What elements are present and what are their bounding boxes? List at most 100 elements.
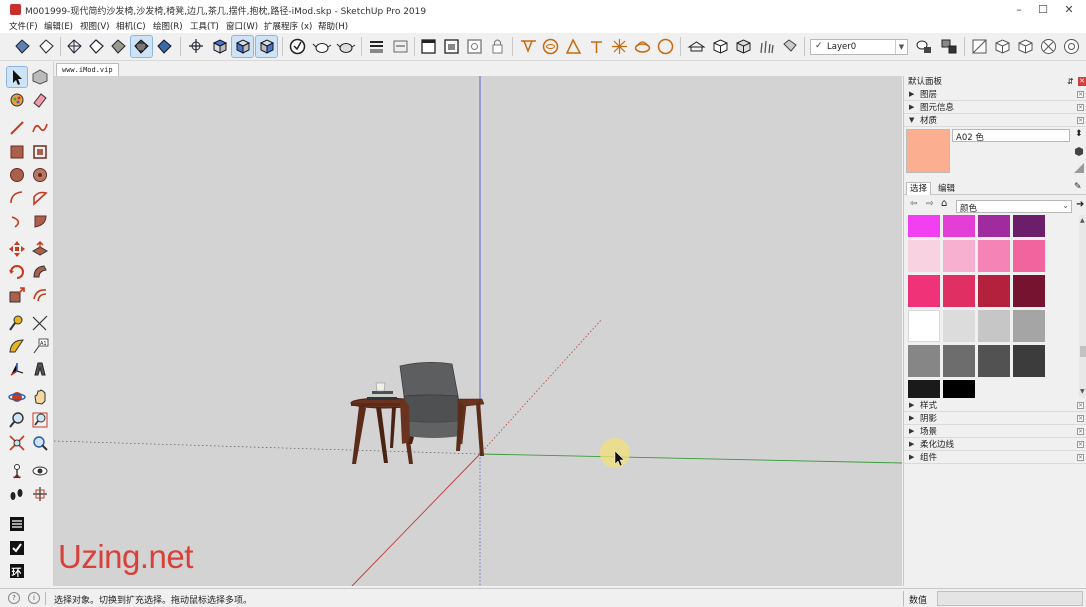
material-swatch[interactable] [978, 310, 1010, 342]
back-edges-icon[interactable] [36, 36, 57, 57]
view-top-icon[interactable] [969, 36, 990, 57]
polygon-tool-icon[interactable] [30, 165, 50, 185]
eraser-icon[interactable] [30, 90, 50, 110]
tab-select[interactable]: 选择 [906, 182, 932, 195]
material-swatch[interactable] [1013, 275, 1045, 307]
text-tool-icon[interactable]: A1 [30, 336, 50, 356]
monochrome-icon[interactable] [154, 36, 175, 57]
walk-tool-icon[interactable] [7, 484, 27, 504]
lock-icon[interactable] [487, 36, 508, 57]
material-swatch[interactable] [978, 275, 1010, 307]
share-component-icon[interactable] [733, 36, 754, 57]
hidden-line-icon[interactable] [86, 36, 107, 57]
orbit-tool-icon[interactable] [7, 387, 27, 407]
material-name-field[interactable]: A02 色 [952, 129, 1070, 143]
extension-warehouse-icon[interactable] [756, 36, 777, 57]
right-view-icon[interactable] [255, 35, 278, 58]
material-swatch[interactable] [943, 215, 975, 237]
menu-file[interactable]: 文件(F) [9, 20, 38, 32]
follow-me-icon[interactable] [30, 262, 50, 282]
three-point-arc-icon[interactable] [7, 211, 27, 231]
material-swatch[interactable] [978, 240, 1010, 272]
material-swatch[interactable] [908, 380, 940, 398]
shaded-icon[interactable] [108, 36, 129, 57]
material-swatch[interactable] [943, 380, 975, 398]
material-swatch[interactable] [978, 345, 1010, 377]
pan-tool-icon[interactable] [30, 387, 50, 407]
zoom-extents-icon[interactable] [7, 433, 27, 453]
layer-manager-icon[interactable] [914, 36, 935, 57]
push-pull-icon[interactable] [30, 239, 50, 259]
back-arrow-icon[interactable]: ⇦ [910, 199, 918, 209]
measurements-input[interactable] [937, 591, 1083, 606]
reset-color-icon[interactable] [1073, 162, 1085, 174]
close-button[interactable]: ✕ [1057, 2, 1081, 17]
material-swatch[interactable] [978, 215, 1010, 237]
look-around-icon[interactable] [30, 461, 50, 481]
maximize-button[interactable]: ☐ [1031, 2, 1055, 17]
chevron-down-icon[interactable]: ▼ [895, 40, 907, 54]
close-icon[interactable]: × [1077, 441, 1084, 448]
tab-edit[interactable]: 编辑 [935, 183, 958, 195]
add-detail-icon[interactable] [632, 36, 653, 57]
axes-tool-icon[interactable] [7, 359, 27, 379]
material-swatch[interactable] [943, 345, 975, 377]
intersect-icon[interactable] [441, 36, 462, 57]
soften-edges-panel-header[interactable]: ▶ 柔化边线 × [904, 439, 1086, 451]
style-check-icon[interactable] [287, 36, 308, 57]
view-back-icon[interactable] [1038, 36, 1059, 57]
entity-info-panel-header[interactable]: ▶ 图元信息 × [904, 102, 1086, 114]
layer-color-icon[interactable] [939, 36, 960, 57]
dimension-tool-icon[interactable] [30, 313, 50, 333]
front-view-icon[interactable] [231, 35, 254, 58]
material-swatch[interactable] [1013, 345, 1045, 377]
minimize-button[interactable]: – [1007, 2, 1031, 17]
rotated-rectangle-icon[interactable] [30, 142, 50, 162]
freehand-icon[interactable] [30, 118, 50, 138]
close-icon[interactable]: × [1077, 104, 1084, 111]
close-icon[interactable]: × [1077, 428, 1084, 435]
armchair-model[interactable] [399, 362, 485, 456]
menu-help[interactable]: 帮助(H) [318, 20, 348, 32]
circle-tool-icon[interactable] [7, 165, 27, 185]
iso-view-icon[interactable] [186, 36, 207, 57]
viewport-canvas[interactable] [54, 76, 902, 586]
collection-select[interactable]: 颜色 ⌄ [956, 200, 1072, 214]
view-front-icon[interactable] [992, 36, 1013, 57]
pin-icon[interactable]: ⇵ [1067, 76, 1074, 88]
top-view-icon[interactable] [209, 36, 230, 57]
scenes-panel-header[interactable]: ▶ 场景 × [904, 426, 1086, 438]
close-icon[interactable]: × [1077, 91, 1084, 98]
section-plane-icon[interactable] [366, 36, 387, 57]
line-tool-icon[interactable] [7, 118, 27, 138]
material-swatch[interactable] [1013, 310, 1045, 342]
scene-tab[interactable]: www.iMod.vip [56, 63, 119, 76]
3d-text-icon[interactable] [30, 359, 50, 379]
menu-edit[interactable]: 编辑(E) [44, 20, 73, 32]
shaded-textures-icon[interactable] [130, 35, 153, 58]
material-swatch[interactable] [943, 310, 975, 342]
close-icon[interactable]: × [1077, 454, 1084, 461]
teapot-icon[interactable] [312, 36, 333, 57]
tape-measure-icon[interactable] [7, 313, 27, 333]
union-icon[interactable] [464, 36, 485, 57]
section-plane-tool-icon[interactable] [30, 484, 50, 504]
warehouse-icon[interactable] [686, 36, 707, 57]
shadows-panel-header[interactable]: ▶ 阴影 × [904, 413, 1086, 425]
menu-window[interactable]: 窗口(W) [226, 20, 258, 32]
scale-tool-icon[interactable] [7, 285, 27, 305]
geolocation-icon[interactable]: ? [8, 592, 20, 604]
material-swatch[interactable] [908, 275, 940, 307]
view-right-icon[interactable] [1015, 36, 1036, 57]
smoove-icon[interactable] [563, 36, 584, 57]
sample-paint-icon[interactable]: ✎ [1074, 182, 1082, 192]
view-left-icon[interactable] [1061, 36, 1082, 57]
zoom-tool-icon[interactable] [7, 410, 27, 430]
material-swatch[interactable] [943, 240, 975, 272]
components-panel-header[interactable]: ▶ 组件 × [904, 452, 1086, 464]
scrollbar-thumb[interactable] [1080, 346, 1086, 357]
paint-bucket-icon[interactable] [7, 90, 27, 110]
share-model-icon[interactable] [710, 36, 731, 57]
two-point-arc-icon[interactable] [30, 188, 50, 208]
rotate-tool-icon[interactable] [7, 262, 27, 282]
